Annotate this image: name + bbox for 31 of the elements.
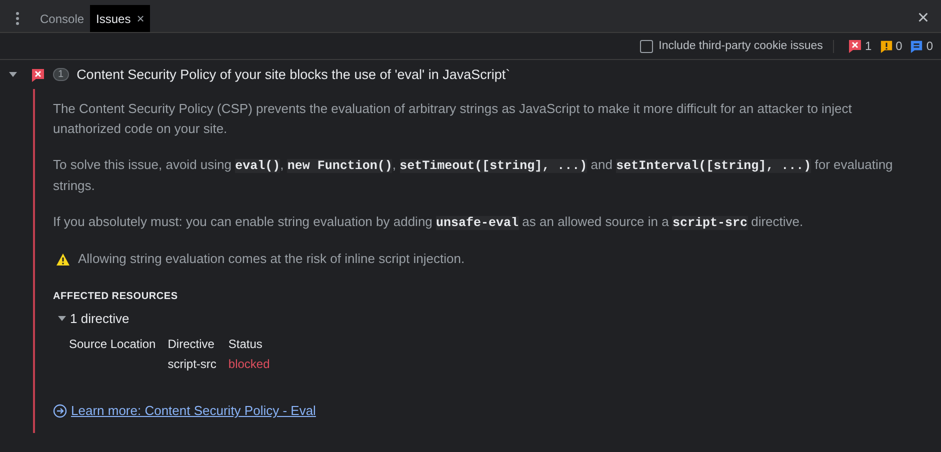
- tab[interactable]: Console: [34, 5, 90, 32]
- issue-count: 0: [926, 39, 933, 53]
- column-header: Source Location: [69, 337, 156, 351]
- checkbox-label: Include third-party cookie issues: [658, 40, 823, 52]
- warning-text: Allowing string evaluation comes at the risk of inline script injection.: [78, 250, 465, 268]
- error-icon: [31, 68, 45, 82]
- checkbox[interactable]: [640, 40, 653, 52]
- tab[interactable]: Issues ×: [90, 5, 150, 32]
- issue-count: 1: [864, 39, 872, 53]
- paragraph: To solve this issue, avoid using eval(), new Function(), setTimeout([string], ...) and setInterval([string], ...) for evaluating strings.: [53, 156, 894, 195]
- column-header: Directive: [168, 337, 216, 351]
- count-badge: 1: [53, 68, 69, 81]
- learn-more-link[interactable]: Learn more: Content Security Policy - Eval: [71, 403, 316, 418]
- info-icon: [910, 40, 924, 52]
- close-button[interactable]: ×: [905, 5, 941, 32]
- issue-title[interactable]: Content Security Policy of your site blocks the use of 'eval' in JavaScript`: [76, 67, 510, 82]
- group-label[interactable]: 1 directive: [70, 311, 130, 326]
- column-header: Status: [228, 337, 264, 351]
- paragraph: The Content Security Policy (CSP) prevents the evaluation of arbitrary strings as JavaScript to make it more difficult for an attacker to inject unathorized code on your site.: [53, 100, 853, 138]
- expand-arrow-icon[interactable]: [9, 72, 17, 77]
- warning-icon: [56, 252, 70, 266]
- issue-count: 0: [896, 39, 902, 53]
- close-tab-icon[interactable]: ×: [136, 11, 144, 26]
- table-cell: script-src: [168, 357, 216, 371]
- table-cell: blocked: [228, 357, 270, 371]
- paragraph: If you absolutely must: you can enable string evaluation by adding unsafe-eval as an allowed source in a script-src directive.: [53, 213, 804, 232]
- expand-arrow-icon[interactable]: [58, 316, 66, 321]
- error-icon: [848, 39, 862, 53]
- arrow-circle-icon: [53, 404, 67, 418]
- section-heading: AFFECTED RESOURCES: [53, 291, 179, 302]
- warning-icon: [880, 40, 893, 52]
